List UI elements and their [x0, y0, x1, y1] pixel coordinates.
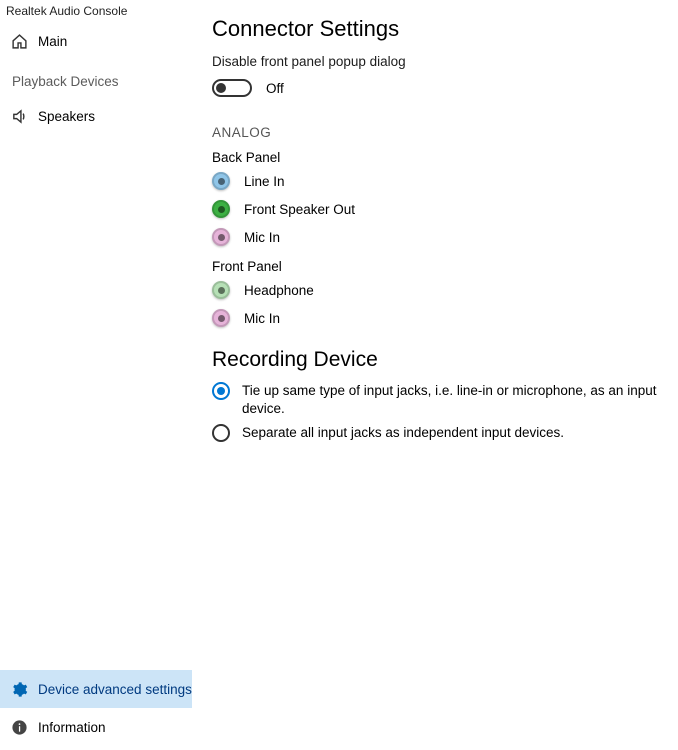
radio-icon: [212, 424, 230, 442]
recording-heading: Recording Device: [212, 348, 668, 372]
jack-label: Mic In: [244, 311, 280, 326]
sidebar-group-playback: Playback Devices: [0, 60, 192, 97]
sidebar-item-speakers[interactable]: Speakers: [0, 97, 192, 135]
radio-label: Tie up same type of input jacks, i.e. li…: [242, 382, 668, 418]
sidebar-item-main[interactable]: Main: [0, 22, 192, 60]
disable-popup-label: Disable front panel popup dialog: [212, 54, 668, 69]
jack-icon: [212, 309, 230, 327]
jack-row-headphone[interactable]: Headphone: [212, 278, 668, 302]
disable-popup-toggle[interactable]: [212, 79, 252, 97]
speaker-icon: [10, 107, 28, 125]
jack-icon: [212, 228, 230, 246]
page-title: Connector Settings: [212, 16, 668, 42]
gear-icon: [10, 680, 28, 698]
sidebar-item-label: Main: [38, 34, 67, 49]
recording-option-tie-up[interactable]: Tie up same type of input jacks, i.e. li…: [212, 382, 668, 418]
sidebar-item-label: Information: [38, 720, 106, 735]
toggle-state-text: Off: [266, 81, 284, 96]
jack-row-micin-front[interactable]: Mic In: [212, 306, 668, 330]
jack-label: Line In: [244, 174, 285, 189]
jack-label: Mic In: [244, 230, 280, 245]
jack-icon: [212, 200, 230, 218]
sidebar-item-label: Device advanced settings: [38, 682, 192, 697]
recording-option-separate[interactable]: Separate all input jacks as independent …: [212, 424, 668, 442]
jack-icon: [212, 172, 230, 190]
jack-label: Headphone: [244, 283, 314, 298]
home-icon: [10, 32, 28, 50]
jack-label: Front Speaker Out: [244, 202, 355, 217]
sidebar-item-information[interactable]: Information: [0, 708, 192, 746]
analog-caption: ANALOG: [212, 125, 668, 140]
info-icon: [10, 718, 28, 736]
jack-icon: [212, 281, 230, 299]
sidebar-item-device-advanced[interactable]: Device advanced settings: [0, 670, 192, 708]
radio-icon: [212, 382, 230, 400]
jack-row-micin-back[interactable]: Mic In: [212, 225, 668, 249]
sidebar-item-label: Speakers: [38, 109, 95, 124]
jack-row-front-speaker-out[interactable]: Front Speaker Out: [212, 197, 668, 221]
jack-row-linein[interactable]: Line In: [212, 169, 668, 193]
content-pane: Connector Settings Disable front panel p…: [192, 0, 678, 750]
radio-label: Separate all input jacks as independent …: [242, 424, 564, 442]
back-panel-header: Back Panel: [212, 150, 668, 165]
sidebar: Realtek Audio Console Main Playback Devi…: [0, 0, 192, 750]
app-title: Realtek Audio Console: [0, 0, 192, 22]
front-panel-header: Front Panel: [212, 259, 668, 274]
